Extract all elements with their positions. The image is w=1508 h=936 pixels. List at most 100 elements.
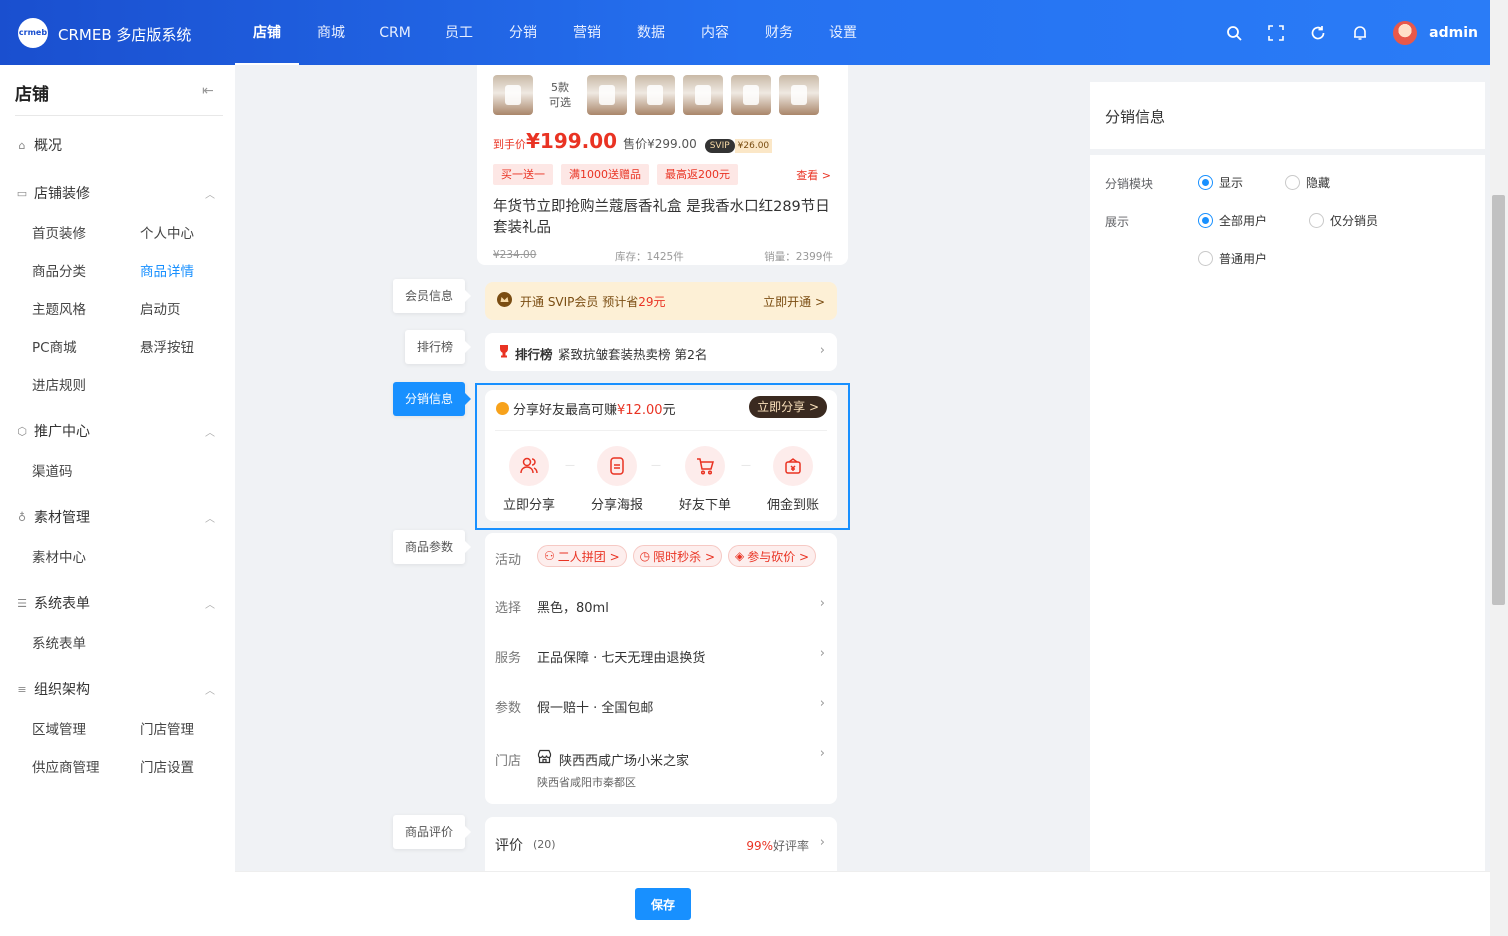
nav-distribution[interactable]: 分销 [491, 0, 555, 65]
sidebar-item-category[interactable]: 商品分类 [32, 260, 86, 280]
coupon-tag[interactable]: 买一送一 [493, 164, 553, 185]
chevron-up-icon[interactable]: ︿ [205, 682, 215, 697]
chevron-right-icon[interactable]: › [820, 835, 825, 850]
rank-bar[interactable]: 排行榜 紧致抗皱套装热卖榜 第2名 › [485, 333, 837, 371]
sidebar-item-entry-rules[interactable]: 进店规则 [32, 374, 86, 394]
chevron-right-icon[interactable]: › [820, 596, 825, 611]
sidebar-group-organization[interactable]: ≡ 组织架构 [16, 679, 90, 699]
username[interactable]: admin [1429, 25, 1478, 41]
cart-icon [685, 446, 725, 486]
sku-thumb[interactable] [493, 75, 533, 115]
search-icon[interactable] [1213, 25, 1255, 41]
sidebar-item-home-decoration[interactable]: 首页装修 [32, 222, 86, 242]
flash-sale-pill[interactable]: ◷ 限时秒杀 > [632, 545, 722, 567]
sidebar-item-user-center[interactable]: 个人中心 [140, 222, 194, 242]
open-svip-link[interactable]: 立即开通 > [763, 293, 825, 310]
module-label: 分销模块 [1105, 177, 1154, 191]
nav-marketing[interactable]: 营销 [555, 0, 619, 65]
chevron-up-icon[interactable]: ︿ [205, 510, 215, 525]
chevron-up-icon[interactable]: ︿ [205, 596, 215, 611]
nav-data[interactable]: 数据 [619, 0, 683, 65]
collapse-icon[interactable]: ⇤ [202, 83, 214, 99]
nav-staff[interactable]: 员工 [427, 0, 491, 65]
label-params[interactable]: 商品参数 [393, 530, 472, 564]
coupon-tag[interactable]: 满1000送赠品 [561, 164, 649, 185]
nav-content[interactable]: 内容 [683, 0, 747, 65]
radio-dot[interactable] [1309, 213, 1324, 228]
chevron-right-icon[interactable]: › [820, 746, 825, 761]
sidebar-item-region[interactable]: 区域管理 [32, 718, 86, 738]
chevron-up-icon[interactable]: ︿ [205, 424, 215, 439]
sidebar-item-pc-mall[interactable]: PC商城 [32, 336, 77, 356]
sidebar-item-overview[interactable]: ⌂ 概况 [16, 135, 63, 155]
nav-shop[interactable]: 店铺 [235, 0, 299, 65]
radio-dot[interactable] [1285, 175, 1300, 190]
page-scrollbar[interactable] [1490, 0, 1508, 936]
scrollbar-thumb[interactable] [1492, 195, 1505, 605]
coupon-more-link[interactable]: 查看 > [796, 167, 831, 183]
radio-hide[interactable]: 隐藏 [1285, 174, 1330, 191]
label-member-info[interactable]: 会员信息 [393, 279, 472, 313]
sidebar-group-promotion[interactable]: ⬡ 推广中心 [16, 421, 90, 441]
chevron-right-icon[interactable]: › [820, 646, 825, 661]
activity-pills: ⚇ 二人拼团 > ◷ 限时秒杀 > ◈ 参与砍价 > [537, 545, 822, 567]
bargain-pill[interactable]: ◈ 参与砍价 > [728, 545, 817, 567]
sidebar-item-material-center[interactable]: 素材中心 [32, 546, 86, 566]
chevron-right-icon[interactable]: › [820, 696, 825, 711]
sku-thumb[interactable] [635, 75, 675, 115]
nav-finance[interactable]: 财务 [747, 0, 811, 65]
monitor-icon: ▭ [16, 186, 28, 200]
share-now-button[interactable]: 立即分享 > [749, 396, 827, 418]
footer-bar: 保存 [235, 871, 1490, 936]
filter-icon: ≡ [17, 682, 27, 696]
sku-thumb[interactable] [683, 75, 723, 115]
sku-thumb[interactable] [731, 75, 771, 115]
radio-distributors-only[interactable]: 仅分销员 [1309, 212, 1378, 229]
nav-settings[interactable]: 设置 [811, 0, 875, 65]
sidebar-item-product-detail[interactable]: 商品详情 [140, 260, 194, 280]
sku-thumb[interactable] [779, 75, 819, 115]
product-title: 年货节立即抢购兰蔻唇香礼盒 是我香水口红289节日套装礼品 [493, 199, 830, 236]
coupon-tag[interactable]: 最高返200元 [657, 164, 738, 185]
avatar[interactable] [1393, 21, 1418, 45]
member-bar[interactable]: 开通 SVIP会员 预计省29元 立即开通 > [485, 282, 837, 320]
store-address: 陕西省咸阳市秦都区 [537, 776, 636, 789]
bell-icon[interactable] [1339, 25, 1381, 41]
sidebar-item-store-management[interactable]: 门店管理 [140, 718, 194, 738]
fullscreen-icon[interactable] [1255, 25, 1297, 41]
save-button[interactable]: 保存 [635, 888, 691, 920]
nav-crm[interactable]: CRM [363, 0, 427, 65]
review-card[interactable]: 评价 (20) 99%好评率 › [485, 817, 837, 871]
label-rank[interactable]: 排行榜 [405, 330, 472, 364]
radio-all-users[interactable]: 全部用户 [1198, 212, 1267, 229]
chevron-right-icon[interactable]: › [820, 343, 825, 358]
sidebar-group-material[interactable]: ♁ 素材管理 [16, 507, 90, 527]
radio-dot[interactable] [1198, 175, 1213, 190]
sidebar-group-forms[interactable]: ☰ 系统表单 [16, 593, 90, 613]
radio-show[interactable]: 显示 [1198, 174, 1243, 191]
sidebar-item-theme[interactable]: 主题风格 [32, 298, 86, 318]
share-card[interactable]: 分享好友最高可赚¥12.00元 立即分享 > 立即分享 分享海报 好友下单 佣金… [485, 390, 837, 521]
sidebar-item-launch-page[interactable]: 启动页 [140, 298, 181, 318]
param-label: 参数 [495, 701, 522, 716]
params-card[interactable]: 活动 ⚇ 二人拼团 > ◷ 限时秒杀 > ◈ 参与砍价 > 选择 黑色，80ml › … [485, 533, 837, 804]
label-distribution[interactable]: 分销信息 [393, 382, 472, 416]
sku-thumb[interactable] [587, 75, 627, 115]
radio-dot[interactable] [1198, 251, 1213, 266]
sidebar-item-system-forms[interactable]: 系统表单 [32, 632, 86, 652]
refresh-icon[interactable] [1297, 25, 1339, 41]
group-buy-pill[interactable]: ⚇ 二人拼团 > [537, 545, 627, 567]
tag-icon: ◈ [735, 549, 745, 563]
sidebar-item-store-settings[interactable]: 门店设置 [140, 756, 194, 776]
sidebar-item-channel-code[interactable]: 渠道码 [32, 460, 73, 480]
sidebar-item-float-button[interactable]: 悬浮按钮 [140, 336, 194, 356]
chevron-up-icon[interactable]: ︿ [205, 186, 215, 201]
radio-dot[interactable] [1198, 213, 1213, 228]
share-text-prefix: 分享好友最高可赚 [513, 403, 618, 418]
nav-mall[interactable]: 商城 [299, 0, 363, 65]
radio-normal-users[interactable]: 普通用户 [1198, 250, 1267, 267]
sidebar-group-decoration[interactable]: ▭ 店铺装修 [16, 183, 90, 203]
logo[interactable]: crmeb [18, 18, 48, 48]
sidebar-item-supplier[interactable]: 供应商管理 [32, 756, 100, 776]
label-review[interactable]: 商品评价 [393, 815, 472, 849]
